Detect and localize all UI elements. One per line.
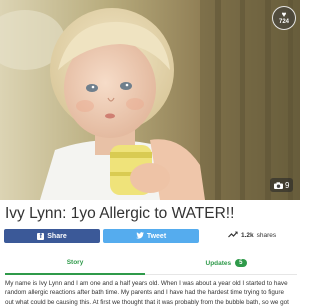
tweet-label: Tweet: [146, 232, 167, 240]
tab-updates-label: Updates: [205, 259, 232, 267]
photo-gallery-button[interactable]: 9: [270, 178, 294, 192]
story-line: My name is Ivy Lynn and I am one and a h…: [5, 280, 288, 287]
favorite-count: 724: [278, 18, 289, 25]
share-count-suffix: shares: [256, 232, 277, 239]
heart-icon: ♥: [281, 9, 287, 19]
content-tabs: Story Updates 5: [5, 252, 297, 275]
campaign-photo-image: [0, 0, 300, 200]
trending-up-icon: [228, 231, 238, 240]
tweet-button[interactable]: Tweet: [103, 229, 199, 243]
share-count: 1.2k shares: [228, 231, 276, 240]
camera-icon: [274, 181, 283, 189]
story-line: random allergic reactions after bath tim…: [5, 289, 284, 297]
facebook-icon: f: [37, 232, 45, 240]
campaign-title: Ivy Lynn: 1yo Allergic to WATER!!: [5, 205, 235, 222]
share-count-number: 1.2k: [241, 232, 254, 239]
favorite-count-badge[interactable]: ♥ 724: [272, 6, 296, 30]
facebook-share-label: Share: [47, 232, 67, 240]
story-text: My name is Ivy Lynn and I am one and a h…: [5, 279, 297, 307]
tab-story-label: Story: [66, 259, 84, 266]
updates-count-badge: 5: [235, 259, 247, 267]
facebook-share-button[interactable]: f Share: [4, 229, 100, 243]
photo-count: 9: [285, 180, 290, 190]
campaign-photo[interactable]: ♥ 724 9: [0, 0, 300, 200]
tab-updates[interactable]: Updates 5: [155, 252, 297, 274]
twitter-icon: [135, 231, 144, 241]
tab-story[interactable]: Story: [5, 252, 145, 275]
story-line: out what could be causing this. At first…: [5, 298, 289, 306]
